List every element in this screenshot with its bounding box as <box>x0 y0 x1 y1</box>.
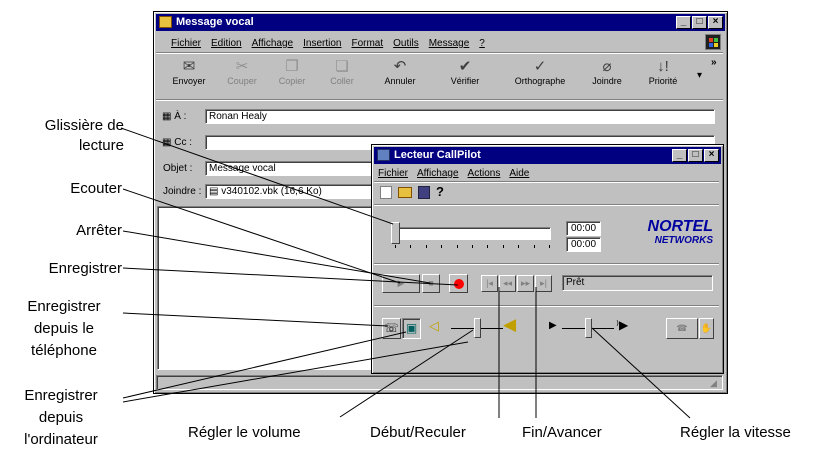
callout-volume: Régler le volume <box>188 424 301 441</box>
callout-enregistrer: Enregistrer <box>48 260 122 277</box>
line-enreg-telephone <box>122 312 389 327</box>
callout-vitesse: Régler la vitesse <box>680 424 791 441</box>
callout-fin: Fin/Avancer <box>522 424 602 441</box>
callout-enregistrer-telephone: Enregistrer depuis le téléphone <box>27 298 101 359</box>
line-arreter <box>122 230 431 284</box>
line-ecouter <box>122 188 401 284</box>
callout-enregistrer-ordinateur: Enregistrer depuis l'ordinateur <box>24 387 98 448</box>
line-enreg-ordinateur-b <box>122 341 469 403</box>
callout-debut: Début/Reculer <box>370 424 466 441</box>
callout-arreter: Arrêter <box>76 222 122 239</box>
callout-lines <box>120 127 691 419</box>
callout-glissiere: Glissière de lecture <box>44 117 124 154</box>
line-vitesse <box>591 327 691 419</box>
line-glissiere <box>120 127 394 225</box>
callout-ecouter: Ecouter <box>70 180 122 197</box>
line-enregistrer <box>122 267 459 286</box>
line-enreg-ordinateur-a <box>122 331 407 399</box>
